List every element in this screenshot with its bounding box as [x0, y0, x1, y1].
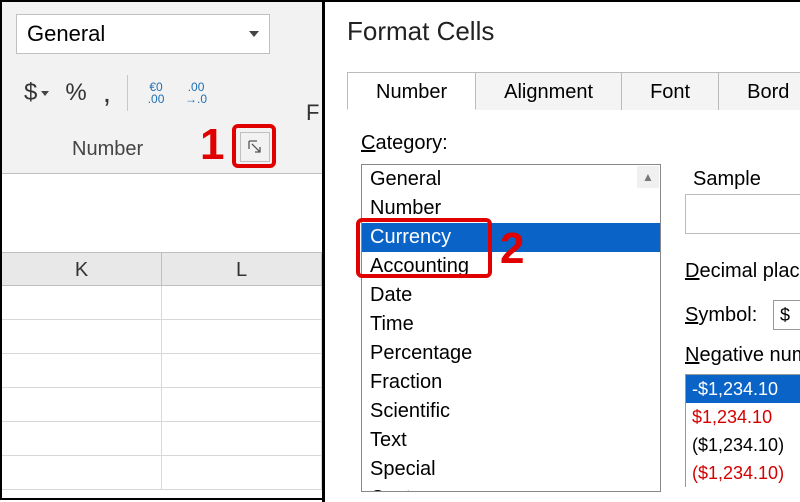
- number-format-buttons: $ % , €0 .00 .00 →.0: [16, 72, 216, 114]
- list-item[interactable]: -$1,234.10: [686, 375, 800, 403]
- annotation-number-1: 1: [200, 120, 224, 170]
- dialog-tabs: Number Alignment Font Bord: [347, 72, 800, 110]
- column-header[interactable]: L: [162, 253, 322, 285]
- tab-border[interactable]: Bord: [718, 72, 800, 110]
- annotation-box-1: [232, 124, 276, 168]
- category-label: Category:: [361, 132, 448, 155]
- column-header[interactable]: K: [2, 253, 162, 285]
- grid-row[interactable]: [2, 388, 322, 422]
- annotation-box-2: [356, 218, 492, 278]
- number-format-value: General: [27, 21, 105, 47]
- list-item[interactable]: Custom: [362, 484, 660, 492]
- list-item[interactable]: Scientific: [362, 397, 660, 426]
- list-item[interactable]: ($1,234.10): [686, 459, 800, 487]
- sample-box: [685, 194, 800, 234]
- comma-style-button[interactable]: ,: [95, 72, 119, 114]
- tab-number[interactable]: Number: [347, 72, 476, 110]
- category-listbox[interactable]: ▲ General Number Currency Accounting Dat…: [361, 164, 661, 492]
- grid-row[interactable]: [2, 354, 322, 388]
- symbol-label: Symbol:: [685, 304, 757, 327]
- scroll-up-icon[interactable]: ▲: [637, 166, 659, 188]
- tab-font[interactable]: Font: [621, 72, 719, 110]
- negative-numbers-label: Negative numb: [685, 344, 800, 367]
- symbol-dropdown[interactable]: $: [773, 300, 800, 330]
- grid-row[interactable]: [2, 286, 322, 320]
- accounting-format-button[interactable]: $: [16, 72, 57, 114]
- chevron-down-icon: [249, 31, 259, 37]
- list-item[interactable]: General: [362, 165, 660, 194]
- annotation-number-2: 2: [500, 224, 524, 274]
- grid-row[interactable]: [2, 456, 322, 490]
- negative-numbers-listbox[interactable]: -$1,234.10 $1,234.10 ($1,234.10) ($1,234…: [685, 374, 800, 487]
- list-item[interactable]: Date: [362, 281, 660, 310]
- percent-style-button[interactable]: %: [57, 72, 94, 114]
- partial-text: F: [306, 100, 319, 126]
- list-item[interactable]: Special: [362, 455, 660, 484]
- sample-label: Sample: [693, 168, 761, 191]
- list-item[interactable]: Percentage: [362, 339, 660, 368]
- increase-decimal-button[interactable]: €0 .00: [136, 72, 176, 114]
- spreadsheet-grid[interactable]: [2, 286, 322, 490]
- list-item[interactable]: Time: [362, 310, 660, 339]
- dialog-title: Format Cells: [347, 16, 494, 47]
- number-format-dropdown[interactable]: General: [16, 14, 270, 54]
- list-item[interactable]: Text: [362, 426, 660, 455]
- column-headers: K L: [2, 252, 322, 286]
- tab-alignment[interactable]: Alignment: [475, 72, 622, 110]
- list-item[interactable]: Fraction: [362, 368, 660, 397]
- decrease-decimal-button[interactable]: .00 →.0: [176, 72, 216, 114]
- list-item[interactable]: $1,234.10: [686, 403, 800, 431]
- grid-row[interactable]: [2, 320, 322, 354]
- list-item[interactable]: ($1,234.10): [686, 431, 800, 459]
- grid-row[interactable]: [2, 422, 322, 456]
- separator: [127, 75, 128, 111]
- ribbon-group-label: Number: [72, 138, 143, 161]
- decimal-places-label: Decimal places: [685, 260, 800, 283]
